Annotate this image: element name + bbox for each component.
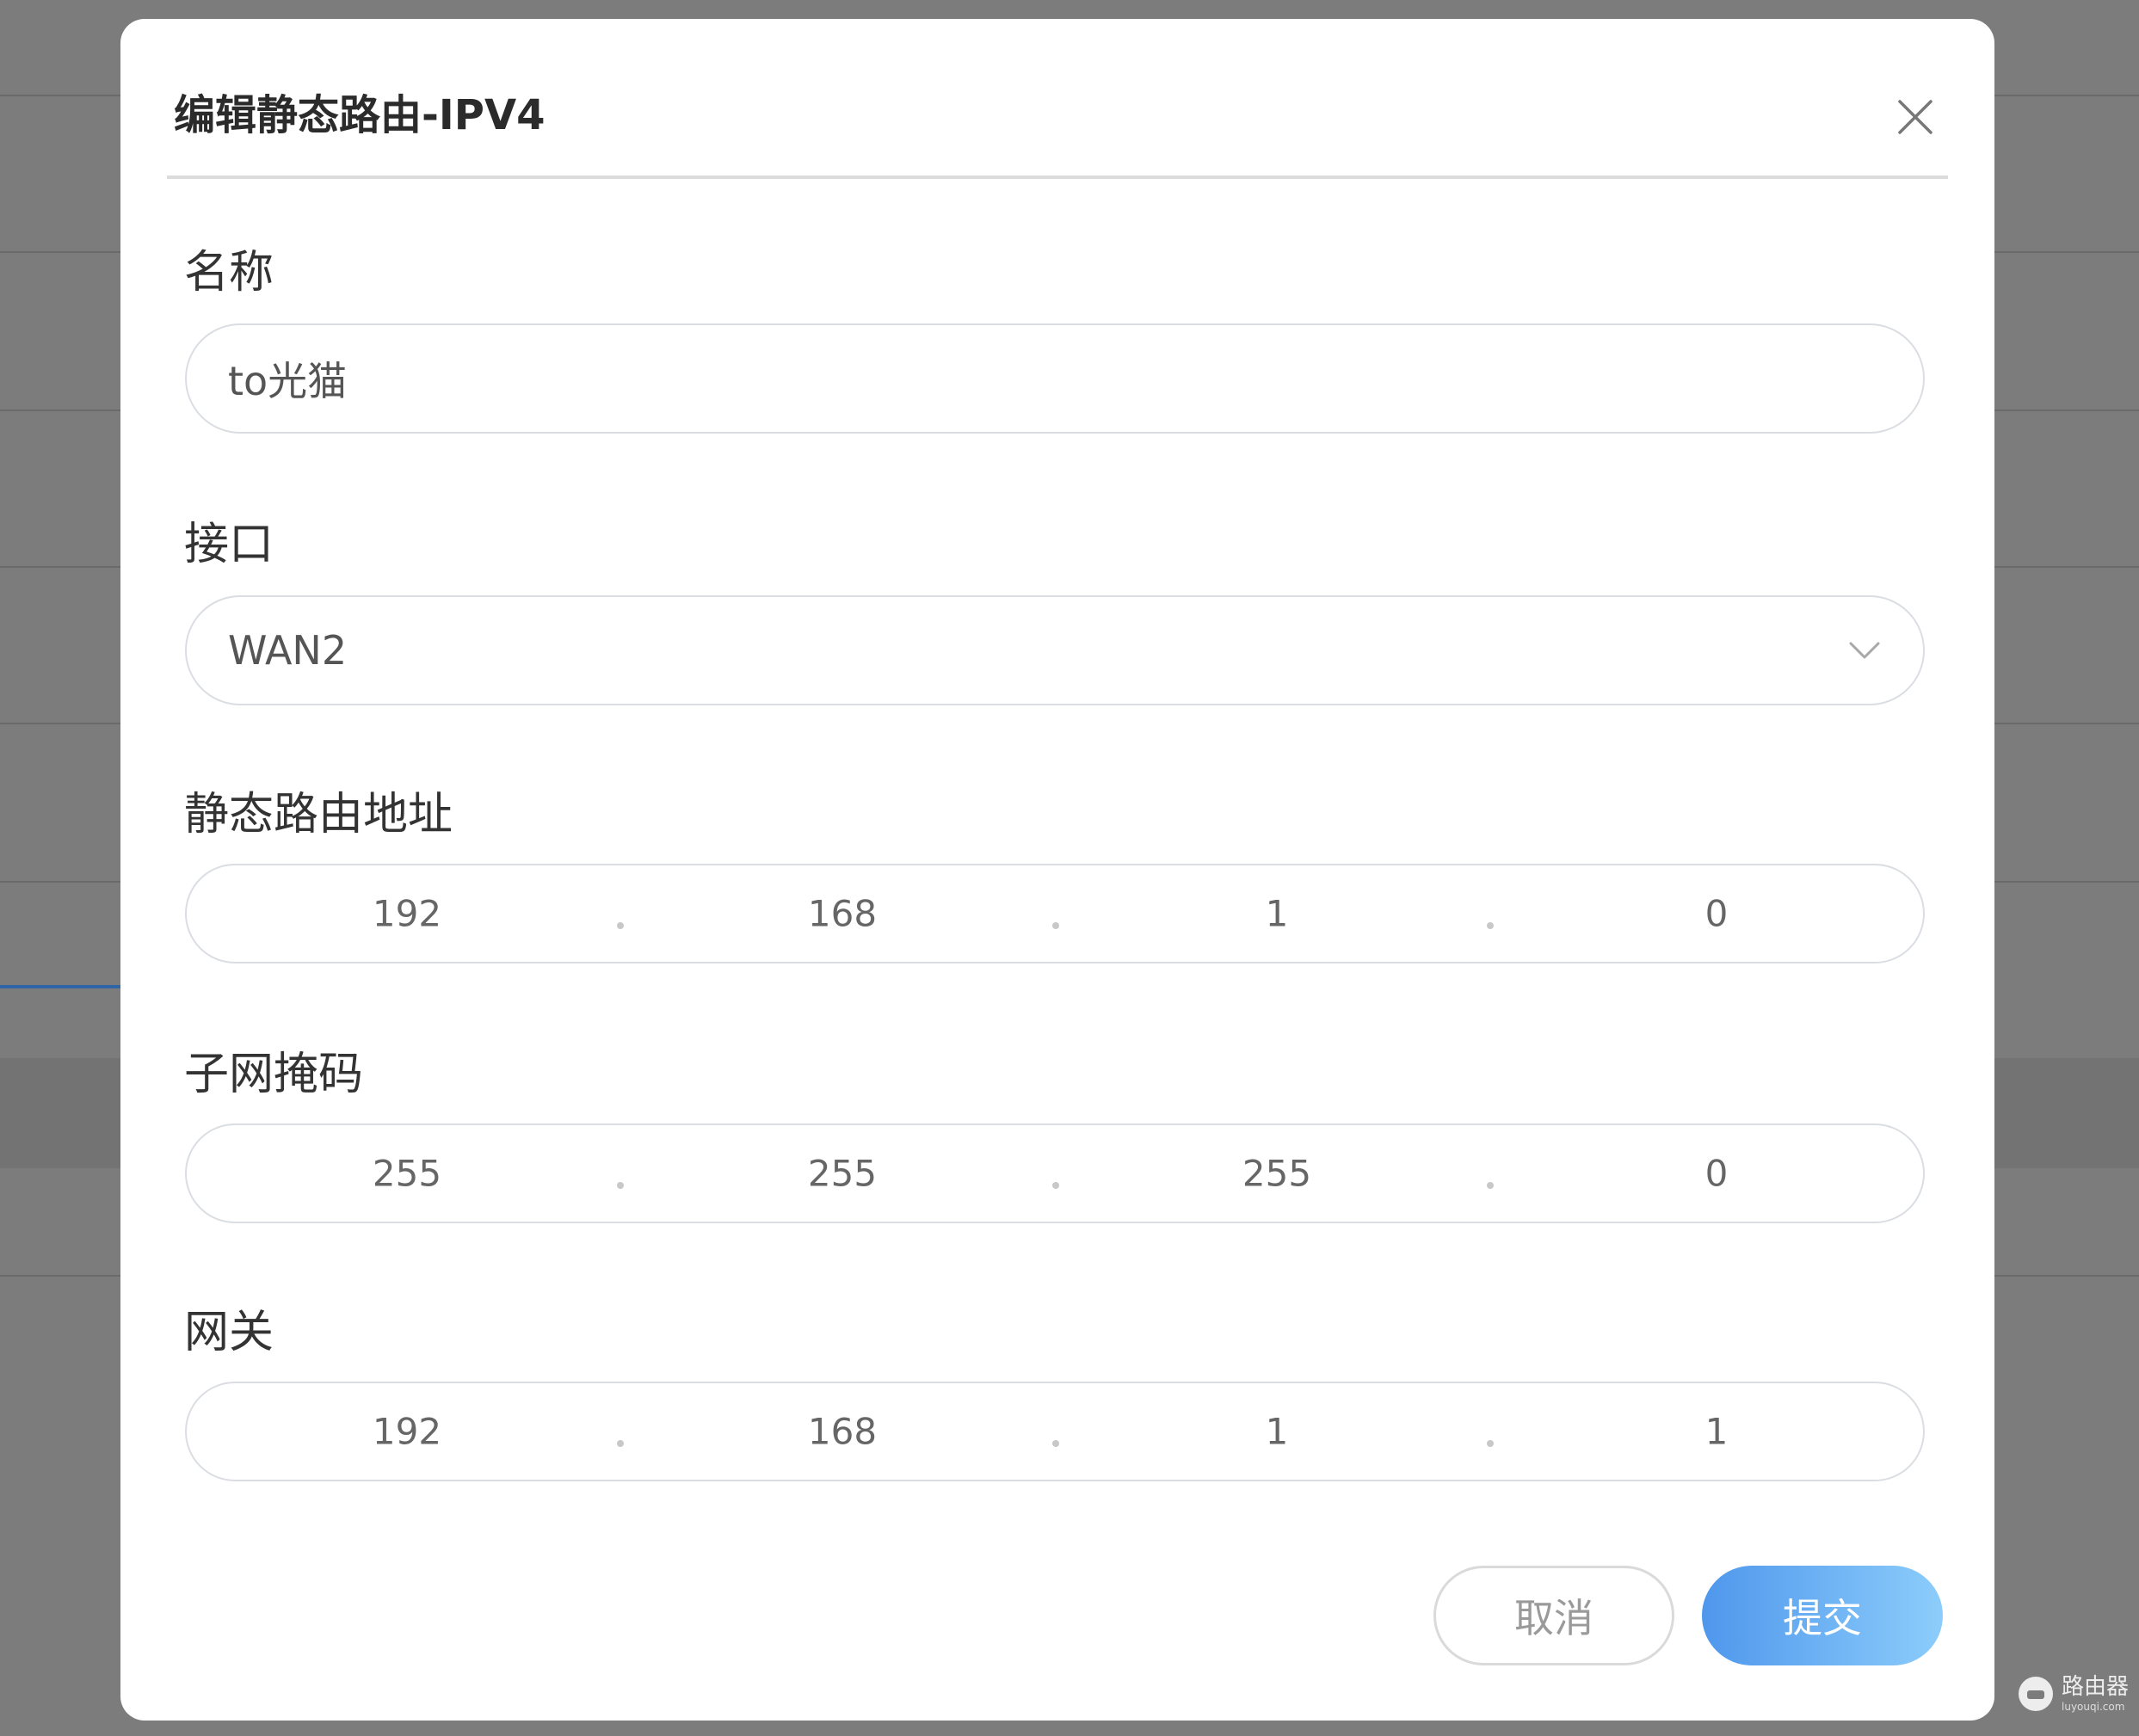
octet-separator	[1487, 1182, 1494, 1189]
route-address-label: 静态路由地址	[184, 789, 453, 840]
octet-separator	[617, 922, 624, 929]
name-input-value: to光猫	[228, 358, 348, 404]
close-button[interactable]	[1889, 91, 1941, 143]
octet-separator	[1487, 1440, 1494, 1447]
title-divider	[167, 175, 1948, 179]
dialog-title: 编辑静态路由-IPV4	[174, 91, 546, 139]
gateway-octet-4[interactable]: 1	[1630, 1411, 1803, 1453]
gateway-octet-2[interactable]: 168	[756, 1411, 928, 1453]
background-accent-line	[0, 985, 120, 988]
submit-button[interactable]: 提交	[1702, 1566, 1943, 1665]
octet-separator	[1052, 1182, 1059, 1189]
watermark-text: 路由器	[2062, 1674, 2130, 1700]
cancel-button[interactable]: 取消	[1433, 1566, 1674, 1665]
chevron-down-icon	[1847, 640, 1882, 661]
site-watermark: 路由器 luyouqi.com	[2019, 1676, 2129, 1712]
subnet-mask-octet-4[interactable]: 0	[1630, 1153, 1803, 1195]
octet-separator	[617, 1182, 624, 1189]
octet-separator	[1052, 1440, 1059, 1447]
subnet-mask-label: 子网掩码	[184, 1049, 364, 1100]
gateway-octet-3[interactable]: 1	[1191, 1411, 1363, 1453]
octet-separator	[1487, 922, 1494, 929]
interface-label: 接口	[184, 519, 274, 570]
close-icon	[1898, 100, 1932, 134]
edit-static-route-dialog: 编辑静态路由-IPV4 名称 to光猫 接口 WAN2 静态路由地址 192 1…	[120, 19, 1994, 1721]
gateway-input: 192 168 1 1	[185, 1382, 1925, 1481]
subnet-mask-input: 255 255 255 0	[185, 1123, 1925, 1223]
octet-separator	[617, 1440, 624, 1447]
subnet-mask-octet-2[interactable]: 255	[756, 1153, 928, 1195]
route-address-octet-2[interactable]: 168	[756, 893, 928, 935]
route-address-input: 192 168 1 0	[185, 864, 1925, 963]
interface-select[interactable]: WAN2	[185, 595, 1925, 705]
gateway-octet-1[interactable]: 192	[321, 1411, 493, 1453]
octet-separator	[1052, 922, 1059, 929]
name-label: 名称	[184, 247, 274, 299]
route-address-octet-3[interactable]: 1	[1191, 893, 1363, 935]
gateway-label: 网关	[184, 1307, 274, 1358]
interface-selected-value: WAN2	[228, 627, 348, 674]
subnet-mask-octet-1[interactable]: 255	[321, 1153, 493, 1195]
name-input[interactable]: to光猫	[185, 323, 1925, 434]
route-address-octet-1[interactable]: 192	[321, 893, 493, 935]
subnet-mask-octet-3[interactable]: 255	[1191, 1153, 1363, 1195]
watermark-url: luyouqi.com	[2062, 1701, 2125, 1713]
router-logo-icon	[2019, 1677, 2053, 1711]
route-address-octet-4[interactable]: 0	[1630, 893, 1803, 935]
